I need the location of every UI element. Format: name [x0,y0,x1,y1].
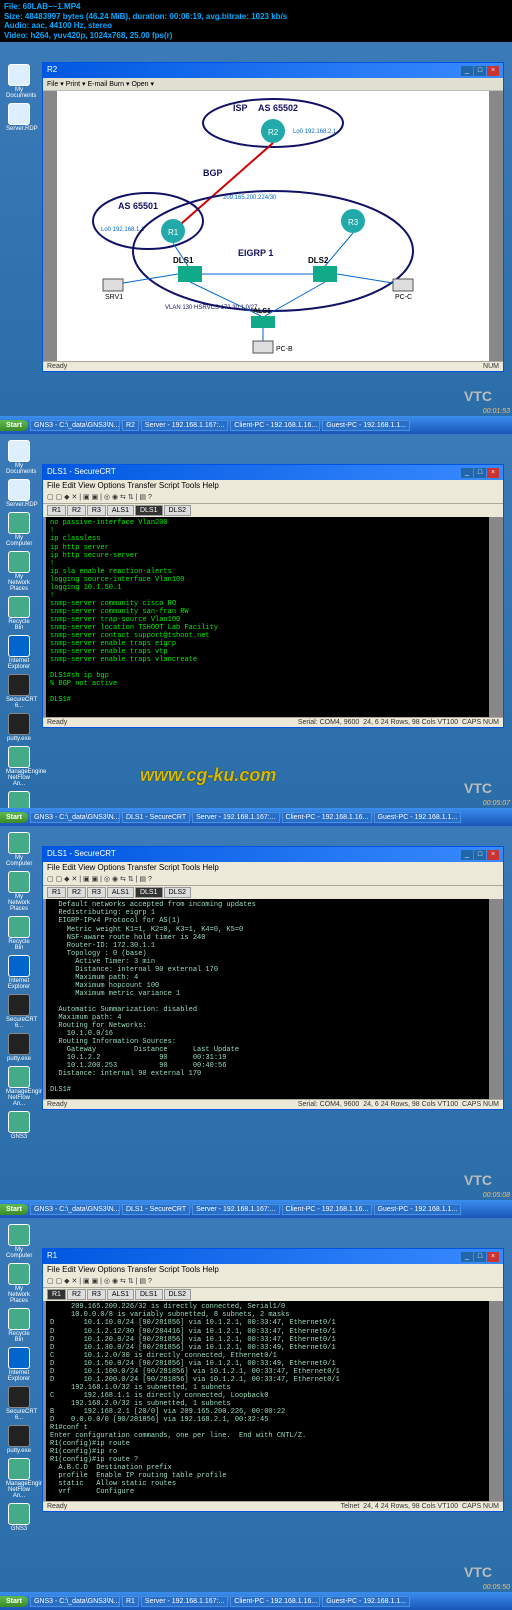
timestamp: 00:01:53 [483,408,510,415]
panel-4-desktop: My Computer My Network Places Recycle Bi… [0,1218,512,1610]
toolbar[interactable]: ▢ ▢ ◆ ✕ | ▣ ▣ | ◎ ◉ ⇆ ⇅ | ▤ ? [43,1275,503,1288]
media-metadata: File: 60LAB~~1.MP4 Size: 48483997 bytes … [0,0,512,42]
timestamp: 00:05:07 [483,800,510,807]
toolbar[interactable]: ▢ ▢ ◆ ✕ | ▣ ▣ | ◎ ◉ ⇆ ⇅ | ▤ ? [43,491,503,504]
timestamp: 00:05:08 [483,1192,510,1199]
statusbar: Ready Telnet 24, 4 24 Rows, 98 Cols VT10… [43,1501,503,1511]
window-buttons[interactable]: _□× [460,65,499,76]
meta-video: Video: h264, yuv420p, 1024x768, 25.00 fp… [4,31,508,41]
svg-text:R2: R2 [268,128,279,137]
svg-text:ISP: ISP [233,103,248,113]
timestamp: 00:05:50 [483,1584,510,1591]
taskbar[interactable]: Start GNS3 - C:\_data\GNS3\N... R1 Serve… [0,1592,512,1610]
taskbar[interactable]: Start GNS3 - C:\_data\GNS3\N... DLS1 - S… [0,1200,512,1218]
task-item[interactable]: Server - 192.168.1.167:... [141,420,228,431]
task-item[interactable]: GNS3 - C:\_data\GNS3\N... [30,420,120,431]
topology-canvas: ISP AS 65502 R2 Lo0 192.168.2.1 BGP 209.… [43,91,503,361]
svg-text:VLAN 130 HSRVCS 172.30.1.0/27: VLAN 130 HSRVCS 172.30.1.0/27 [165,305,258,311]
meta-audio: Audio: aac, 44100 Hz, stereo [4,21,508,31]
panel-3-desktop: My Computer My Network Places Recycle Bi… [0,826,512,1218]
terminal-output[interactable]: Default networks accepted from incoming … [43,899,503,1099]
window-topology: R2 _□× File ▾ Print ▾ E-mail Burn ▾ Open… [42,62,504,372]
vtc-watermark: VTC [464,388,492,404]
meta-file: File: 60LAB~~1.MP4 [4,2,508,12]
toolbar[interactable]: ▢ ▢ ◆ ✕ | ▣ ▣ | ◎ ◉ ⇆ ⇅ | ▤ ? [43,873,503,886]
window-securecrt-r1: R1 _□× File Edit View Options Transfer S… [42,1248,504,1512]
svg-text:R3: R3 [348,218,359,227]
topology-toolbar[interactable]: File ▾ Print ▾ E-mail Burn ▾ Open ▾ [43,78,503,91]
start-button[interactable]: Start [0,420,28,431]
svg-text:R1: R1 [168,228,179,237]
svg-text:EIGRP 1: EIGRP 1 [238,248,273,258]
vtc-watermark: VTC [464,1564,492,1580]
panel-1-desktop: My Documents Server.RDP R2 _□× File ▾ Pr… [0,42,512,434]
titlebar[interactable]: DLS1 - SecureCRT _□× [43,847,503,862]
window-securecrt-dls1b: DLS1 - SecureCRT _□× File Edit View Opti… [42,846,504,1110]
taskbar[interactable]: Start GNS3 - C:\_data\GNS3\N... DLS1 - S… [0,808,512,826]
vtc-watermark: VTC [464,780,492,796]
desktop-icon-serverrdp[interactable]: Server.RDP [6,103,32,132]
session-tabs[interactable]: R1R2R3ALS1DLS1DLS2 [43,886,503,899]
desktop-icon-mydocs[interactable]: My Documents [6,64,32,99]
session-tabs[interactable]: R1R2R3ALS1DLS1DLS2 [43,504,503,517]
svg-text:PC-C: PC-C [395,294,412,301]
menubar[interactable]: File Edit View Options Transfer Script T… [43,480,503,491]
window-securecrt-dls1: DLS1 - SecureCRT _□× File Edit View Opti… [42,464,504,728]
titlebar[interactable]: R2 _□× [43,63,503,78]
task-item[interactable]: Client-PC - 192.168.1.16... [230,420,320,431]
task-item[interactable]: R2 [122,420,139,431]
svg-text:AS 65501: AS 65501 [118,201,158,211]
watermark: www.cg-ku.com [140,765,276,786]
svg-text:DLS2: DLS2 [308,256,329,265]
statusbar: ReadyNUM [43,361,503,371]
svg-text:SRV1: SRV1 [105,294,123,301]
titlebar[interactable]: DLS1 - SecureCRT _□× [43,465,503,480]
meta-size: Size: 48483997 bytes (46.24 MiB), durati… [4,12,508,22]
svg-text:Lo0 192.168.2.1: Lo0 192.168.2.1 [293,129,337,135]
svg-text:Lo0 192.168.1.1: Lo0 192.168.1.1 [101,227,145,233]
svg-text:BGP: BGP [203,168,223,178]
statusbar: Ready Serial: COM4, 9600 24, 6 24 Rows, … [43,717,503,727]
taskbar[interactable]: Start GNS3 - C:\_data\GNS3\N... R2 Serve… [0,416,512,434]
menubar[interactable]: File Edit View Options Transfer Script T… [43,862,503,873]
session-tabs[interactable]: R1R2R3ALS1DLS1DLS2 [43,1288,503,1301]
svg-text:PC-B: PC-B [276,346,293,353]
menubar[interactable]: File Edit View Options Transfer Script T… [43,1264,503,1275]
terminal-output[interactable]: no passive-interface Vlan200 ! ip classl… [43,517,503,717]
svg-text:209.165.200.224/30: 209.165.200.224/30 [223,195,277,201]
svg-text:AS 65502: AS 65502 [258,103,298,113]
svg-text:DLS1: DLS1 [173,256,194,265]
panel-2-desktop: My Documents Server.RDP My Computer My N… [0,434,512,826]
task-item[interactable]: Guest-PC - 192.168.1.1... [322,420,410,431]
vtc-watermark: VTC [464,1172,492,1188]
titlebar[interactable]: R1 _□× [43,1249,503,1264]
statusbar: Ready Serial: COM4, 9600 24, 6 24 Rows, … [43,1099,503,1109]
terminal-output[interactable]: 209.165.200.226/32 is directly connected… [43,1301,503,1501]
